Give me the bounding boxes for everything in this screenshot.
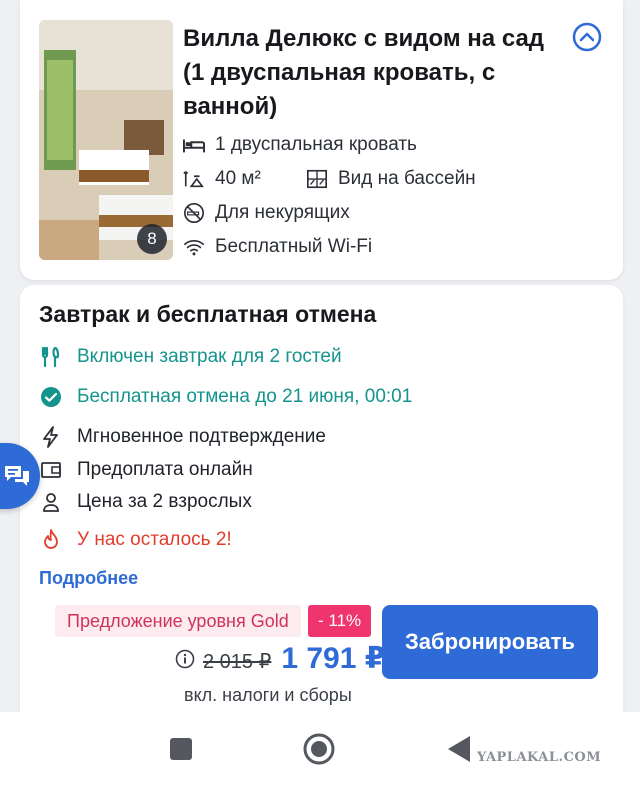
tax-note: вкл. налоги и сборы [184,685,352,705]
no-smoking-icon [184,203,204,223]
collapse-button[interactable] [572,22,602,52]
feature-smoking: Для некурящих [183,202,350,224]
fire-icon [39,528,63,552]
wifi-icon [184,239,204,256]
lightning-icon [39,425,63,449]
perk-cancellation: Бесплатная отмена до 21 июня, 00:01 [39,385,412,409]
back-button[interactable] [446,734,472,769]
perk-price-for: Цена за 2 взрослых [39,490,252,514]
gold-offer-badge: Предложение уровня Gold [55,605,301,637]
photo-count-badge[interactable]: 8 [137,224,167,254]
watermark: YAPLAKAL.COM [477,750,602,765]
room-photo[interactable]: 8 [39,20,173,260]
recent-apps-button[interactable] [169,737,193,766]
bed-icon [183,139,205,153]
home-button[interactable] [302,732,336,771]
square-icon [170,738,192,760]
breakfast-text: Включен завтрак для 2 гостей [77,346,342,367]
confirmation-text: Мгновенное подтверждение [77,426,326,447]
cancellation-text: Бесплатная отмена до 21 июня, 00:01 [77,386,413,407]
rooms-left-text: У нас осталось 2! [77,529,232,550]
current-price: 1 791 ₽ [281,642,386,675]
bed-text: 1 двуспальная кровать [215,134,417,155]
wifi-text: Бесплатный Wi-Fi [215,236,373,257]
back-triangle-icon [448,736,470,762]
feature-area: 40 м² [183,168,261,190]
feature-wifi: Бесплатный Wi-Fi [183,236,372,258]
room-card: 8 Вилла Делюкс с видом на сад (1 двуспал… [20,0,623,280]
area-text: 40 м² [215,168,261,189]
discount-badge: - 11% [308,605,372,637]
wallet-icon [39,458,63,482]
person-icon [39,490,63,514]
cutlery-icon [39,345,63,369]
feature-view: Вид на бассейн [306,168,476,190]
chevron-up-icon [572,22,602,52]
window-icon [307,169,327,189]
perk-breakfast: Включен завтрак для 2 гостей [39,345,342,369]
perk-prepay: Предоплата онлайн [39,458,253,482]
price-for-text: Цена за 2 взрослых [77,491,252,512]
old-price: 2 015 ₽ [203,651,272,673]
book-button[interactable]: Забронировать [382,605,598,679]
offer-title: Завтрак и бесплатная отмена [39,301,377,327]
view-text: Вид на бассейн [338,168,476,189]
home-circle-icon [303,733,335,765]
price-row: 2 015 ₽ 1 791 ₽ [175,641,386,676]
more-details-link[interactable]: Подробнее [39,568,138,589]
offer-card: Завтрак и бесплатная отмена Включен завт… [20,285,623,715]
system-navigation-bar: YAPLAKAL.COM [0,712,640,789]
room-title: Вилла Делюкс с видом на сад (1 двуспальн… [183,25,545,120]
smoking-text: Для некурящих [215,202,350,223]
check-circle-icon [39,385,63,409]
perk-rooms-left: У нас осталось 2! [39,528,232,552]
info-icon[interactable] [175,649,195,669]
perk-confirmation: Мгновенное подтверждение [39,425,326,449]
prepay-text: Предоплата онлайн [77,459,253,480]
chat-icon [5,466,29,486]
area-icon [183,171,204,188]
feature-bed: 1 двуспальная кровать [183,134,417,156]
